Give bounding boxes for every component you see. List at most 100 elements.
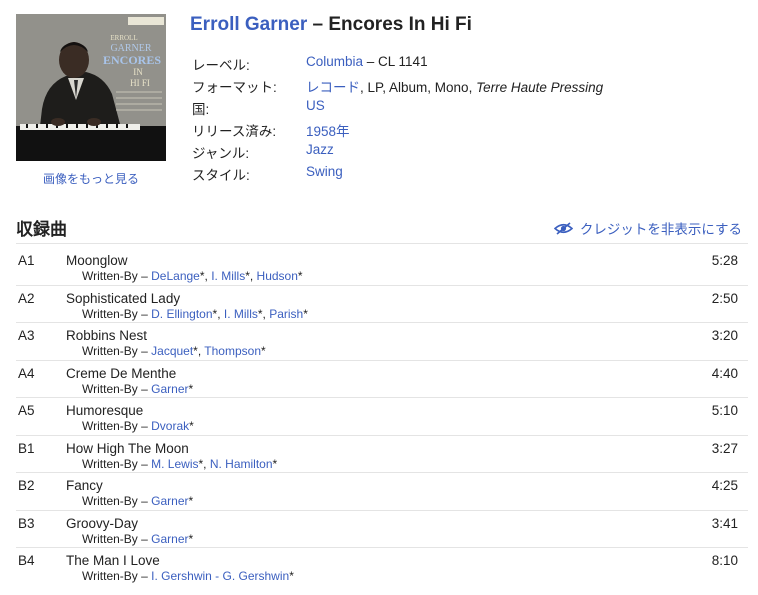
title-separator: –	[307, 14, 329, 35]
credit-role: Written-By –	[82, 381, 152, 396]
track-credit: Written-By – Garner*	[82, 532, 193, 546]
writer-link[interactable]: I. Mills	[211, 269, 245, 283]
track-row: A2 Sophisticated Lady Written-By – D. Elli…	[16, 286, 748, 323]
credit-role: Written-By –	[82, 456, 152, 471]
more-images-link[interactable]: 画像をもっと見る	[16, 170, 166, 187]
track-position: A2	[18, 290, 35, 306]
writer-link[interactable]: Garner	[151, 494, 188, 508]
writer-link[interactable]: DeLange	[151, 269, 200, 283]
hide-credits-button[interactable]: クレジットを非表示にする	[553, 218, 742, 238]
writer-link[interactable]: I. Mills	[224, 307, 258, 321]
track-position: A5	[18, 403, 35, 418]
info-label: ジャンル:	[192, 146, 250, 161]
format-details: , LP, Album, Mono,	[360, 80, 477, 95]
hide-credits-label: クレジットを非表示にする	[579, 222, 742, 237]
anv-asterisk: *	[303, 306, 308, 321]
writer-link[interactable]: D. Ellington	[151, 307, 212, 321]
credit-separator: ,	[203, 456, 210, 471]
cover-text-hifi: HI FI	[130, 78, 150, 88]
writer-link[interactable]: Thompson	[204, 344, 261, 358]
credit-role: Written-By –	[82, 306, 152, 321]
cover-text-in: IN	[133, 67, 143, 77]
credit-role: Written-By –	[82, 269, 152, 283]
info-row-released: リリース済み: 1958年	[192, 120, 603, 142]
released-link[interactable]: 1958年	[306, 124, 350, 139]
track-duration: 2:50	[711, 290, 738, 306]
writer-link[interactable]: I. Gershwin - G. Gershwin	[151, 569, 289, 583]
info-value: レコード, LP, Album, Mono, Terre Haute Press…	[306, 76, 603, 96]
info-value: 1958年	[306, 120, 350, 140]
cover-text-erroll: ERROLL	[110, 34, 137, 42]
format-note: Terre Haute Pressing	[476, 80, 604, 95]
track-title: Moonglow	[66, 253, 128, 268]
track-row: B3 Groovy-Day Written-By – Garner* 3:41	[16, 511, 748, 548]
credit-role: Written-By –	[82, 531, 152, 546]
track-title: Groovy-Day	[66, 515, 139, 531]
track-position: B4	[18, 553, 35, 568]
track-duration: 5:28	[711, 253, 738, 268]
track-duration: 3:41	[711, 515, 738, 531]
credit-role: Written-By –	[82, 344, 152, 358]
label-link[interactable]: Columbia	[306, 54, 363, 69]
info-label: レーベル:	[192, 58, 250, 73]
track-credit: Written-By – D. Ellington*, I. Mills*, P…	[82, 307, 308, 321]
country-link[interactable]: US	[306, 98, 325, 113]
tracklist-header: 収録曲 クレジットを非表示にする	[16, 214, 748, 244]
track-row: A3 Robbins Nest Written-By – Jacquet*, Tho…	[16, 323, 748, 361]
track-duration: 8:10	[711, 553, 738, 568]
track-position: B1	[18, 440, 35, 456]
anv-asterisk: *	[289, 569, 294, 583]
info-value: Jazz	[306, 142, 334, 157]
info-value: US	[306, 98, 325, 113]
writer-link[interactable]: N. Hamilton	[210, 457, 273, 471]
writer-link[interactable]: Hudson	[257, 269, 298, 283]
credit-role: Written-By –	[82, 569, 152, 583]
credit-separator: ,	[249, 269, 257, 283]
info-row-country: 国: US	[192, 98, 603, 120]
track-credit: Written-By – Garner*	[82, 382, 193, 396]
info-value: Swing	[306, 164, 343, 179]
info-row-label: レーベル: Columbia – CL 1141	[192, 54, 603, 76]
track-credit: Written-By – Garner*	[82, 494, 193, 508]
track-credit: Written-By – Dvorak*	[82, 419, 194, 433]
info-label: リリース済み:	[192, 124, 277, 139]
track-title: Creme De Menthe	[66, 365, 177, 381]
track-credit: Written-By – Jacquet*, Thompson*	[82, 344, 266, 358]
anv-asterisk: *	[188, 494, 194, 508]
writer-link[interactable]: Parish	[269, 307, 303, 321]
writer-link[interactable]: Garner	[151, 532, 188, 546]
track-position: A1	[18, 253, 35, 268]
genre-link[interactable]: Jazz	[306, 142, 334, 157]
artist-link[interactable]: Erroll Garner	[190, 14, 307, 35]
catalog-number: – CL 1141	[363, 54, 428, 69]
track-title: Sophisticated Lady	[66, 290, 181, 306]
album-title: Encores In Hi Fi	[328, 14, 472, 35]
format-link[interactable]: レコード	[306, 80, 360, 95]
release-title: Erroll Garner – Encores In Hi Fi	[190, 14, 472, 36]
release-info: レーベル: Columbia – CL 1141 フォーマット: レコード, L…	[192, 54, 603, 186]
writer-link[interactable]: Garner	[151, 382, 188, 396]
album-cover-image[interactable]: ERROLL GARNER ENCORES IN HI FI	[16, 14, 166, 161]
anv-asterisk: *	[188, 381, 194, 396]
info-row-genre: ジャンル: Jazz	[192, 142, 603, 164]
anv-asterisk: *	[189, 419, 194, 433]
cover-art: ERROLL GARNER ENCORES IN HI FI	[16, 14, 166, 161]
track-duration: 4:40	[711, 365, 738, 381]
track-position: A3	[18, 328, 35, 343]
info-value: Columbia – CL 1141	[306, 54, 428, 69]
track-row: A5 Humoresque Written-By – Dvorak* 5:10	[16, 398, 748, 436]
track-credit: Written-By – DeLange*, I. Mills*, Hudson…	[82, 269, 303, 283]
track-title: Humoresque	[66, 403, 144, 418]
track-position: B3	[18, 515, 35, 531]
track-credit: Written-By – I. Gershwin - G. Gershwin*	[82, 569, 294, 583]
info-label: 国:	[192, 102, 210, 117]
track-duration: 4:25	[711, 478, 738, 493]
credit-separator: ,	[217, 306, 224, 321]
track-row: B2 Fancy Written-By – Garner* 4:25	[16, 473, 748, 511]
writer-link[interactable]: Jacquet	[151, 344, 193, 358]
style-link[interactable]: Swing	[306, 164, 343, 179]
cover-text-encores: ENCORES	[103, 53, 161, 67]
writer-link[interactable]: M. Lewis	[151, 457, 198, 471]
writer-link[interactable]: Dvorak	[151, 419, 189, 433]
info-label: フォーマット:	[192, 80, 277, 95]
